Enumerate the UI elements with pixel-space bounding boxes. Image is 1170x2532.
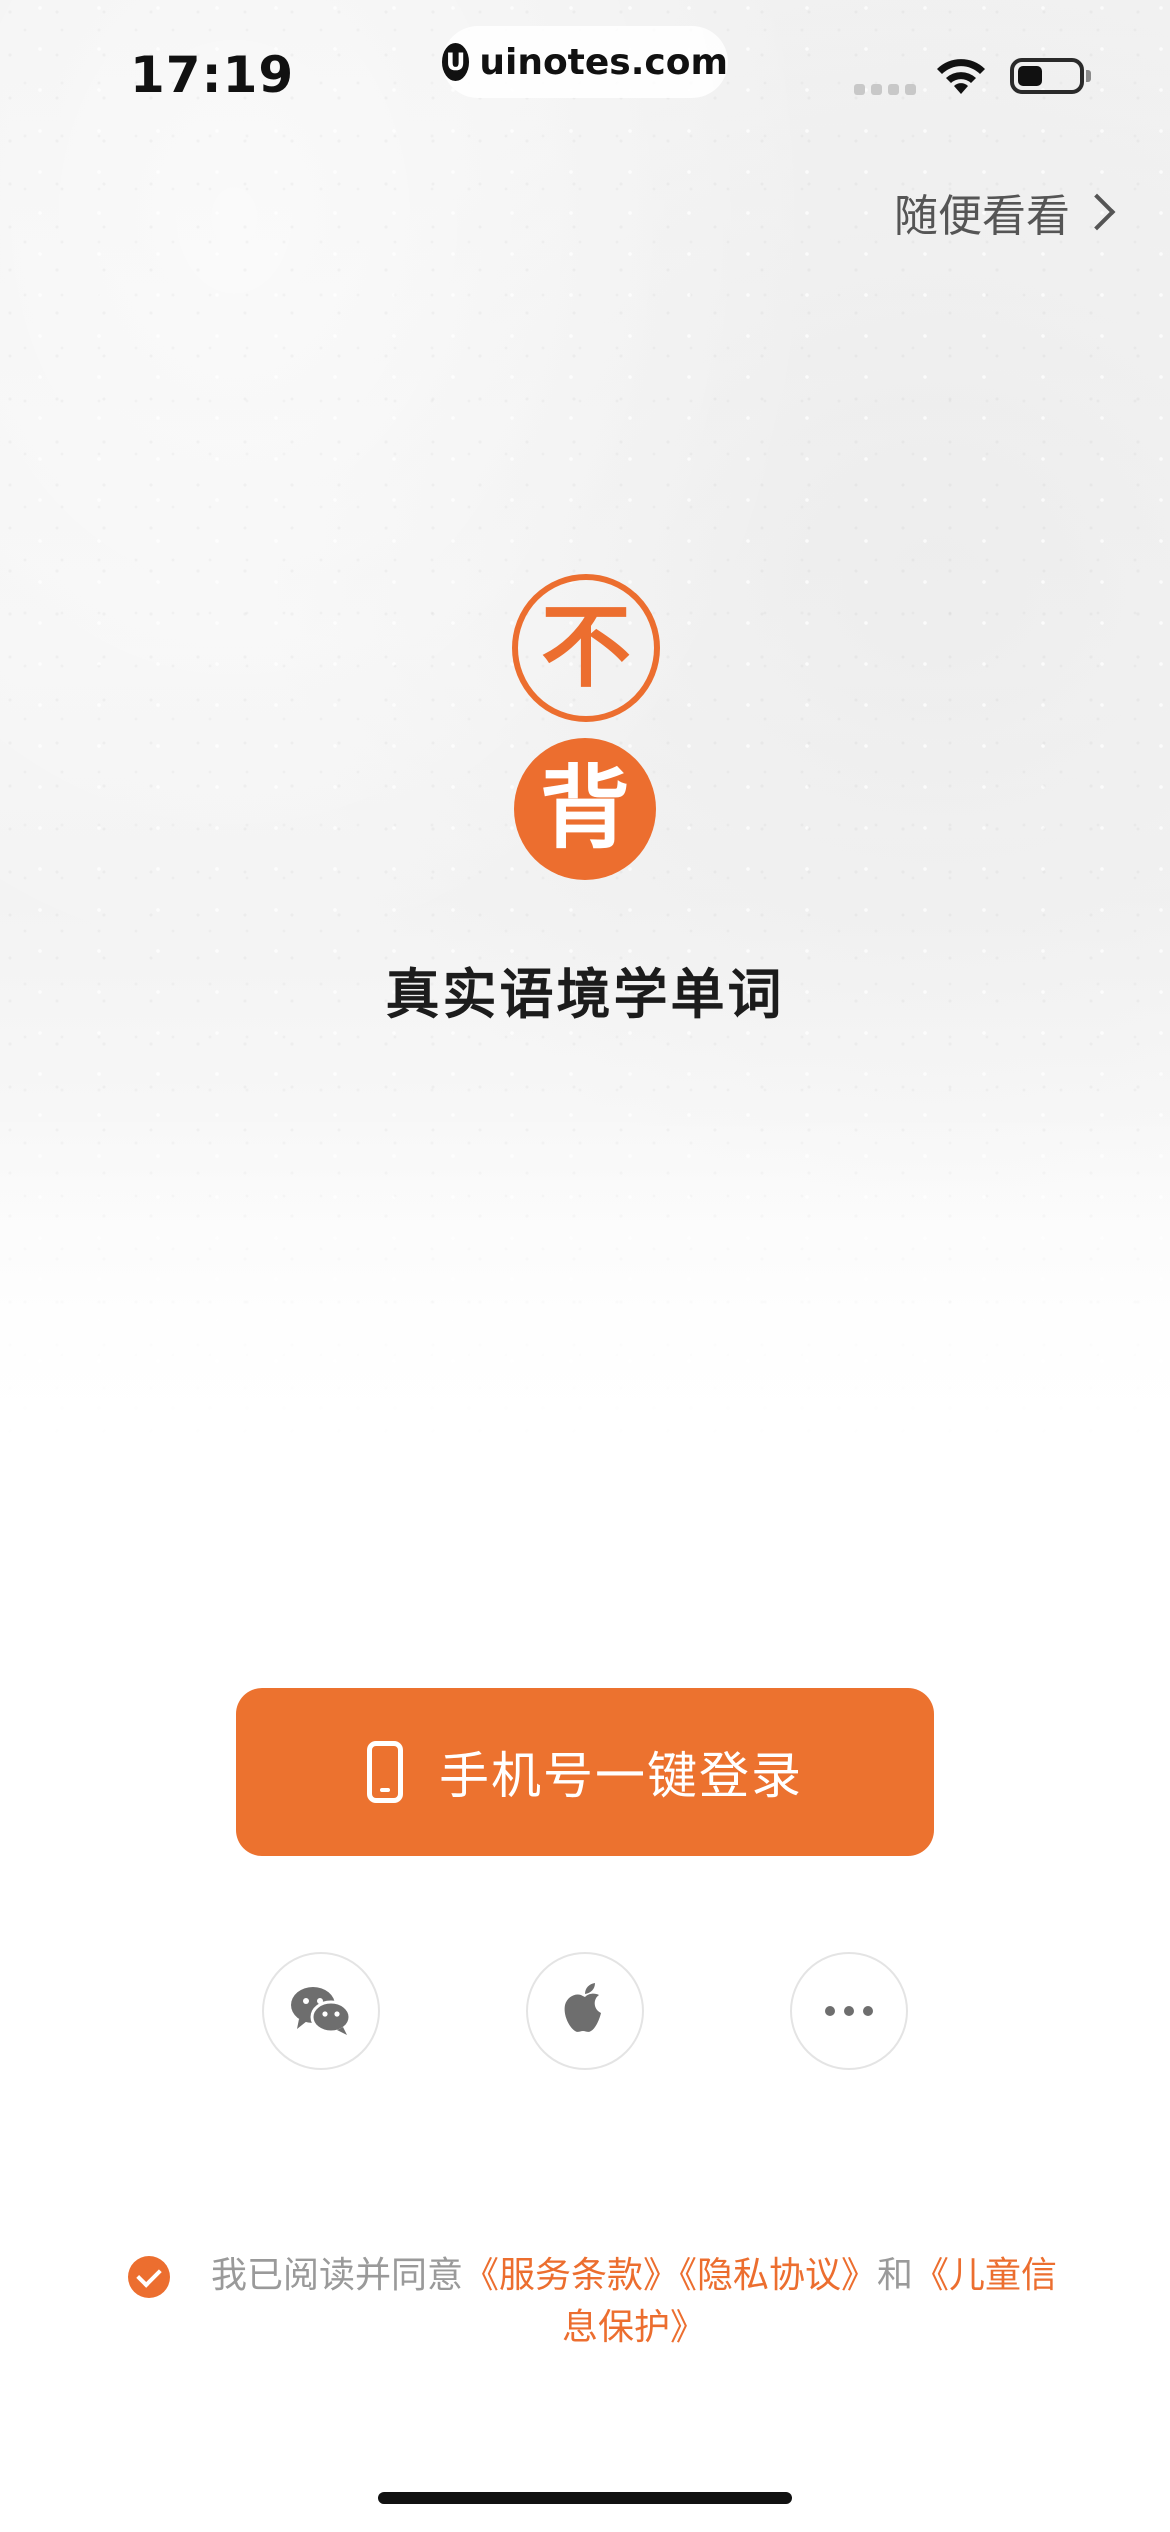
tagline: 真实语境学单词 — [385, 963, 785, 1026]
logo-top-char: 不 — [512, 574, 660, 722]
logo-bottom-char: 背 — [514, 738, 656, 880]
url-text: uinotes.com — [479, 41, 728, 83]
home-indicator — [378, 2492, 792, 2504]
wechat-icon — [291, 1987, 352, 2035]
site-logo-icon: U — [442, 43, 470, 81]
agreement-checkbox[interactable] — [128, 2256, 170, 2298]
more-login-button[interactable] — [790, 1952, 908, 2070]
terms-of-service-link[interactable]: 《服务条款》 — [463, 2255, 679, 2296]
apple-icon — [564, 1983, 601, 2032]
more-icon — [825, 2006, 873, 2016]
wechat-login-button[interactable] — [262, 1952, 380, 2070]
browse-button[interactable]: 随便看看 — [894, 180, 1116, 244]
wifi-icon — [937, 59, 985, 94]
agreement-text: 我已阅读并同意《服务条款》《隐私协议》和《儿童信息保护》 — [194, 2250, 1074, 2354]
url-pill[interactable]: U uinotes.com — [442, 26, 728, 98]
background-fade — [0, 1100, 1170, 1460]
phone-login-label: 手机号一键登录 — [439, 1747, 803, 1805]
cellular-signal-icon — [854, 84, 916, 95]
phone-icon — [367, 1741, 403, 1803]
battery-icon — [1010, 58, 1084, 94]
agreement-prefix: 我已阅读并同意 — [210, 2255, 463, 2296]
chevron-right-icon — [1078, 193, 1116, 231]
agreement-and: 和 — [877, 2255, 914, 2296]
status-time: 17:19 — [130, 46, 295, 104]
app-logo: 不 背 — [510, 574, 660, 880]
privacy-policy-link[interactable]: 《隐私协议》 — [679, 2255, 877, 2296]
status-bar: 17:19 U uinotes.com — [0, 0, 1170, 150]
apple-login-button[interactable] — [526, 1952, 644, 2070]
browse-label: 随便看看 — [894, 191, 1070, 242]
battery-cap — [1086, 70, 1091, 82]
phone-login-button[interactable]: 手机号一键登录 — [236, 1688, 934, 1856]
